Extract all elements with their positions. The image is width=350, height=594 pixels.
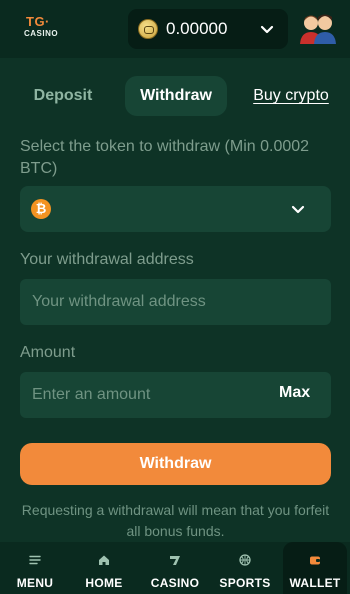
max-button[interactable]: Max: [279, 384, 310, 402]
balance-value: 0.00000: [166, 19, 228, 38]
nav-label: WALLET: [289, 576, 341, 590]
casino-icon: [170, 556, 180, 565]
balance-selector[interactable]: 0.00000: [128, 9, 288, 49]
user-avatar[interactable]: [298, 10, 338, 46]
logo-text-casino: CASINO: [24, 29, 59, 38]
nav-item-sports[interactable]: SPORTS: [213, 542, 277, 594]
nav-item-menu[interactable]: MENU: [3, 542, 67, 594]
nav-item-home[interactable]: HOME: [72, 542, 136, 594]
nav-label: SPORTS: [219, 576, 271, 590]
nav-item-casino[interactable]: CASINO: [143, 542, 207, 594]
tab-withdraw[interactable]: Withdraw: [125, 76, 227, 116]
logo-text-tg: TG·: [26, 14, 50, 29]
casino-logo[interactable]: TG· CASINO: [24, 14, 64, 42]
sports-ball-icon: [239, 554, 251, 566]
coin-icon: [138, 19, 158, 39]
wallet-icon: [310, 556, 320, 565]
nav-label: CASINO: [150, 576, 200, 590]
withdrawal-address-input[interactable]: [20, 279, 331, 325]
token-select-label: Select the token to withdraw (Min 0.0002…: [20, 138, 310, 177]
tab-deposit[interactable]: Deposit: [20, 76, 106, 116]
wallet-tabs: Deposit Withdraw Buy crypto: [0, 76, 350, 116]
chevron-down-icon: [260, 25, 274, 34]
amount-label: Amount: [20, 344, 76, 361]
bonus-forfeit-notice: Requesting a withdrawal will mean that y…: [21, 502, 330, 539]
chevron-down-icon: [291, 205, 305, 214]
address-label: Your withdrawal address: [20, 251, 194, 268]
home-icon: [99, 555, 109, 565]
bitcoin-icon: ₿: [31, 199, 51, 219]
nav-item-wallet[interactable]: WALLET: [283, 542, 347, 594]
withdraw-button[interactable]: Withdraw: [20, 443, 331, 485]
nav-label: MENU: [16, 576, 54, 590]
tab-buy-crypto[interactable]: Buy crypto: [248, 76, 334, 116]
bottom-nav: MENU HOME CASINO SPORTS WALLET: [0, 542, 350, 594]
token-select[interactable]: ₿: [20, 186, 331, 232]
menu-icon: [29, 555, 41, 565]
nav-label: HOME: [85, 576, 123, 590]
top-bar: TG· CASINO 0.00000: [0, 0, 350, 58]
